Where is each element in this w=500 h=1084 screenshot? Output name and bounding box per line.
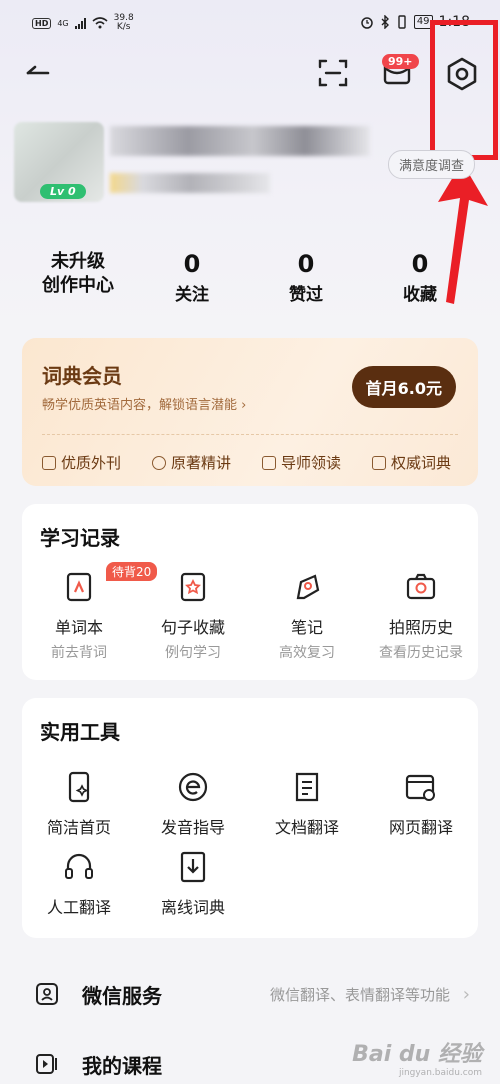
user-info-blurred xyxy=(110,173,270,193)
creator-center[interactable]: 未升级 创作中心 xyxy=(18,250,138,298)
vip-feature-label: 导师领读 xyxy=(281,454,342,472)
tool-name: 网页翻译 xyxy=(388,818,453,837)
vip-feature-dictionary[interactable]: 权威词典 xyxy=(372,452,451,473)
bluetooth-icon xyxy=(381,15,389,29)
tool-doc-translate[interactable]: 文档翻译 xyxy=(250,770,364,838)
study-item-name: 拍照历史 xyxy=(388,618,453,637)
tool-human-translate[interactable]: 人工翻译 xyxy=(22,850,136,918)
vip-feature-classics[interactable]: 原著精讲 xyxy=(152,452,231,473)
study-item-sub: 前去背词 xyxy=(51,645,107,661)
signal-icon xyxy=(74,17,86,29)
watermark-url: jingyan.baidu.com xyxy=(398,1068,482,1078)
stat-favorites[interactable]: 0 收藏 xyxy=(360,250,480,305)
tool-name: 文档翻译 xyxy=(274,818,339,837)
wechat-service-icon xyxy=(36,983,58,1005)
vip-feature-label: 权威词典 xyxy=(391,454,452,472)
vip-divider xyxy=(42,434,458,435)
study-item-sub: 例句学习 xyxy=(165,645,221,661)
gift-icon xyxy=(262,455,276,470)
study-item-name: 句子收藏 xyxy=(160,618,225,637)
tools-title: 实用工具 xyxy=(40,720,120,744)
study-item-name: 笔记 xyxy=(290,618,323,637)
stat-following[interactable]: 0 关注 xyxy=(132,250,252,305)
study-item-notes[interactable]: 笔记 高效复习 xyxy=(250,570,364,662)
stat-likes-label: 赞过 xyxy=(289,285,323,305)
level-badge: Lv 0 xyxy=(40,184,86,199)
study-item-photo-history[interactable]: 拍照历史 查看历史记录 xyxy=(364,570,478,662)
study-item-sentences[interactable]: 句子收藏 例句学习 xyxy=(136,570,250,662)
stat-following-count: 0 xyxy=(183,250,201,278)
wechat-service-row[interactable]: 微信服务 微信翻译、表情翻译等功能 › xyxy=(22,972,478,1016)
notes-icon xyxy=(296,574,320,600)
vip-subtitle-text: 畅学优质英语内容，解锁语言潜能 xyxy=(42,398,238,413)
shield-v-icon xyxy=(372,455,386,470)
back-arrow-icon[interactable] xyxy=(22,58,52,88)
tool-simple-home[interactable]: 简洁首页 xyxy=(22,770,136,838)
study-item-name: 单词本 xyxy=(54,618,103,637)
wifi-icon xyxy=(92,17,108,29)
tool-name: 发音指导 xyxy=(160,818,225,837)
webpage-icon xyxy=(405,774,435,801)
study-item-sub: 查看历史记录 xyxy=(379,645,463,661)
hd-indicator: HD xyxy=(32,17,52,29)
speed-unit: K/s xyxy=(116,22,131,32)
study-records-card: 学习记录 单词本 前去背词 待背20 句子收藏 例句学习 笔记 高效复习 拍照历… xyxy=(22,504,478,680)
play-circle-icon xyxy=(152,455,166,470)
alarm-icon xyxy=(361,17,373,29)
chevron-right-icon: › xyxy=(462,983,470,1005)
stat-likes[interactable]: 0 赞过 xyxy=(246,250,366,305)
stat-likes-count: 0 xyxy=(297,250,315,278)
vip-feature-label: 优质外刊 xyxy=(61,454,122,472)
annotation-highlight-box xyxy=(430,20,498,160)
wordbook-icon xyxy=(66,572,92,602)
chevron-right-icon: › xyxy=(241,398,247,413)
vip-feature-label: 原著精讲 xyxy=(171,454,232,472)
vibrate-icon xyxy=(398,15,406,29)
wechat-service-title: 微信服务 xyxy=(82,983,162,1008)
phone-sparkle-icon xyxy=(68,771,90,803)
tool-offline-dictionary[interactable]: 离线词典 xyxy=(136,850,250,918)
stat-following-label: 关注 xyxy=(175,285,209,305)
vip-card[interactable]: 词典会员 畅学优质英语内容，解锁语言潜能 › 首月6.0元 优质外刊 原著精讲 … xyxy=(22,338,478,486)
stat-favorites-label: 收藏 xyxy=(403,285,437,305)
download-book-icon xyxy=(180,851,206,883)
status-bar: HD 4G 39.8 K/s 49 1:18 xyxy=(0,0,500,44)
tool-web-translate[interactable]: 网页翻译 xyxy=(364,770,478,838)
study-item-wordbook[interactable]: 单词本 前去背词 xyxy=(22,570,136,662)
magazine-icon xyxy=(42,455,56,470)
camera-icon xyxy=(406,573,436,600)
survey-button[interactable]: 满意度调查 xyxy=(388,150,476,179)
scan-icon[interactable] xyxy=(316,56,350,90)
study-item-sub: 高效复习 xyxy=(279,645,335,661)
sentence-favorite-icon xyxy=(180,572,206,602)
vip-subtitle[interactable]: 畅学优质英语内容，解锁语言潜能 › xyxy=(42,394,246,413)
vip-purchase-button[interactable]: 首月6.0元 xyxy=(351,366,456,408)
watermark-brand: Bai du 经验 xyxy=(352,1042,482,1067)
tools-card: 实用工具 简洁首页 发音指导 文档翻译 网页翻译 人工翻译 离线词典 xyxy=(22,698,478,938)
creator-center-line1: 未升级 xyxy=(51,251,105,272)
vip-feature-magazine[interactable]: 优质外刊 xyxy=(42,452,121,473)
pronunciation-icon xyxy=(178,772,208,802)
net-speed: 39.8 K/s xyxy=(114,14,134,32)
tool-name: 简洁首页 xyxy=(46,818,111,837)
vip-feature-tutor[interactable]: 导师领读 xyxy=(262,452,341,473)
study-records-title: 学习记录 xyxy=(40,526,120,550)
tool-name: 人工翻译 xyxy=(46,898,111,917)
creator-center-line2: 创作中心 xyxy=(42,275,114,296)
stat-favorites-count: 0 xyxy=(411,250,429,278)
watermark: Bai du 经验 jingyan.baidu.com xyxy=(352,1036,482,1078)
tool-pronunciation[interactable]: 发音指导 xyxy=(136,770,250,838)
tool-name: 离线词典 xyxy=(160,898,225,917)
vip-title: 词典会员 xyxy=(42,364,122,388)
wechat-service-subtitle: 微信翻译、表情翻译等功能 xyxy=(269,985,450,1004)
course-video-icon xyxy=(36,1054,57,1074)
document-icon xyxy=(295,772,319,802)
username-blurred xyxy=(110,126,370,156)
message-count-badge: 99+ xyxy=(382,54,419,69)
my-courses-title: 我的课程 xyxy=(82,1053,162,1078)
headset-icon xyxy=(65,853,93,879)
network-type: 4G xyxy=(57,18,69,28)
